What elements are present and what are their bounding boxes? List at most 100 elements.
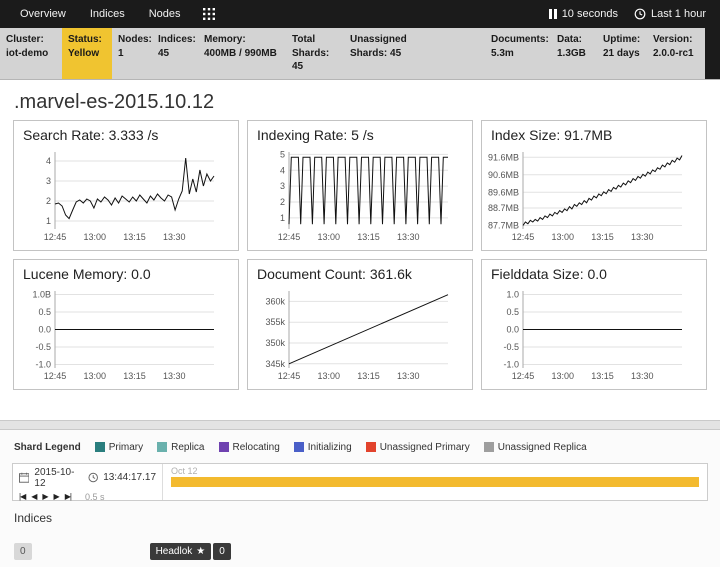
chart-title-lucene-memory: Lucene Memory: 0.0 bbox=[15, 266, 237, 286]
chart-title-search-rate: Search Rate: 3.333 /s bbox=[15, 127, 237, 147]
cluster-uptime-cell: Uptime: 21 days bbox=[597, 28, 647, 79]
cluster-bar-endcap bbox=[705, 28, 720, 79]
chart-panel-lucene-memory: Lucene Memory: 0.0 1.0B0.50.0-0.5-1.012:… bbox=[13, 259, 239, 390]
time-range-control[interactable]: Last 1 hour bbox=[634, 8, 706, 20]
svg-text:1.0B: 1.0B bbox=[32, 289, 51, 299]
svg-text:88.7MB: 88.7MB bbox=[488, 203, 519, 213]
svg-text:350k: 350k bbox=[265, 338, 285, 348]
timeline-scrubber-bar[interactable] bbox=[171, 477, 699, 487]
legend-item-unassigned-primary: Unassigned Primary bbox=[366, 442, 470, 453]
cluster-status-cell: Status: Yellow bbox=[62, 28, 112, 79]
tab-nodes[interactable]: Nodes bbox=[137, 0, 193, 28]
svg-text:3: 3 bbox=[280, 181, 285, 191]
indices-value: 45 bbox=[158, 48, 169, 59]
svg-text:13:00: 13:00 bbox=[552, 371, 575, 381]
data-label: Data: bbox=[557, 34, 582, 45]
svg-text:13:00: 13:00 bbox=[552, 232, 575, 242]
svg-text:0.0: 0.0 bbox=[38, 324, 51, 334]
svg-text:89.6MB: 89.6MB bbox=[488, 187, 519, 197]
svg-text:345k: 345k bbox=[265, 358, 285, 368]
chart-panel-index-size: Index Size: 91.7MB 91.6MB 90.6MB 89.6MB 88.… bbox=[481, 120, 707, 251]
unassigned-shards-value: 45 bbox=[390, 48, 401, 59]
playback-speed-label: 0.5 s bbox=[85, 492, 105, 502]
cluster-label: Cluster: bbox=[6, 34, 44, 45]
chart-panel-indexing-rate: Indexing Rate: 5 /s 5432112:4513:0013:15… bbox=[247, 120, 473, 251]
step-forward-button[interactable]: ▶ bbox=[54, 492, 59, 501]
indices-section-label: Indices bbox=[0, 501, 720, 529]
memory-value: 400MB / 990MB bbox=[204, 48, 277, 59]
svg-text:0.5: 0.5 bbox=[506, 307, 519, 317]
chart-title-index-size: Index Size: 91.7MB bbox=[483, 127, 705, 147]
cluster-memory-cell: Memory: 400MB / 990MB bbox=[198, 28, 286, 79]
legend-swatch-unassigned-primary bbox=[366, 442, 376, 452]
svg-text:-0.5: -0.5 bbox=[35, 342, 51, 352]
svg-text:360k: 360k bbox=[265, 296, 285, 306]
total-shards-label: Total Shards: bbox=[292, 34, 329, 59]
legend-item-unassigned-replica: Unassigned Replica bbox=[484, 442, 587, 453]
svg-text:1.0: 1.0 bbox=[506, 289, 519, 299]
shard-legend: Shard Legend Primary Replica Relocating … bbox=[0, 436, 720, 459]
step-back-button[interactable]: ◀ bbox=[31, 492, 36, 501]
section-divider bbox=[0, 420, 720, 430]
skip-end-button[interactable]: ▶| bbox=[65, 492, 71, 501]
shard-timeline: 2015-10-12 13:44:17.17 |◀ ◀ ▶ ▶ ▶| 0.5 s… bbox=[12, 463, 708, 501]
shard-table-row: 0 Headlok ★ 0 bbox=[0, 529, 720, 560]
indices-label: Indices: bbox=[158, 34, 196, 45]
cluster-status-bar: Cluster: iot-demo Status: Yellow Nodes: … bbox=[0, 28, 720, 80]
legend-swatch-replica bbox=[157, 442, 167, 452]
play-button[interactable]: ▶ bbox=[42, 492, 47, 501]
cluster-bar-spacer bbox=[420, 28, 485, 79]
cluster-value: iot-demo bbox=[6, 48, 48, 59]
legend-label-initializing: Initializing bbox=[308, 442, 352, 453]
svg-text:12:45: 12:45 bbox=[44, 232, 67, 242]
status-badge: Yellow bbox=[68, 48, 99, 59]
svg-text:12:45: 12:45 bbox=[512, 371, 535, 381]
svg-text:13:00: 13:00 bbox=[318, 371, 341, 381]
total-shards-value: 45 bbox=[292, 61, 303, 72]
chart-title-indexing-rate: Indexing Rate: 5 /s bbox=[249, 127, 471, 147]
top-nav: Overview Indices Nodes 10 seconds Last 1… bbox=[0, 0, 720, 28]
version-value: 2.0.0-rc1 bbox=[653, 48, 694, 59]
cluster-unassigned-shards-cell: Unassigned Shards: 45 bbox=[344, 28, 420, 79]
legend-item-replica: Replica bbox=[157, 442, 204, 453]
unassigned-shard-count-badge: 0 bbox=[14, 543, 32, 560]
refresh-interval-control[interactable]: 10 seconds bbox=[549, 8, 618, 20]
chart-plot-lucene-memory: 1.0B0.50.0-0.5-1.012:4513:0013:1513:30 bbox=[15, 286, 221, 382]
legend-swatch-unassigned-replica bbox=[484, 442, 494, 452]
legend-swatch-initializing bbox=[294, 442, 304, 452]
shard-legend-title: Shard Legend bbox=[14, 442, 81, 453]
svg-text:13:15: 13:15 bbox=[357, 371, 380, 381]
chart-title-document-count: Document Count: 361.6k bbox=[249, 266, 471, 286]
svg-text:13:30: 13:30 bbox=[397, 371, 420, 381]
svg-text:13:30: 13:30 bbox=[397, 232, 420, 242]
svg-text:91.6MB: 91.6MB bbox=[488, 152, 519, 162]
clock-icon bbox=[634, 8, 646, 20]
svg-text:13:15: 13:15 bbox=[591, 371, 614, 381]
node-badge-headlok[interactable]: Headlok ★ bbox=[150, 543, 212, 560]
node-shard-count-badge: 0 bbox=[213, 543, 231, 560]
svg-text:13:30: 13:30 bbox=[163, 232, 186, 242]
node-name-label: Headlok bbox=[156, 546, 193, 557]
svg-text:1: 1 bbox=[46, 216, 51, 226]
chart-panel-document-count: Document Count: 361.6k 360k355k350k345k1… bbox=[247, 259, 473, 390]
legend-swatch-primary bbox=[95, 442, 105, 452]
nodes-value: 1 bbox=[118, 48, 124, 59]
apps-grid-icon[interactable] bbox=[203, 8, 215, 20]
legend-item-initializing: Initializing bbox=[294, 442, 352, 453]
skip-start-button[interactable]: |◀ bbox=[19, 492, 25, 501]
legend-label-unassigned-replica: Unassigned Replica bbox=[498, 442, 587, 453]
timeline-date[interactable]: 2015-10-12 bbox=[34, 467, 82, 489]
svg-text:1: 1 bbox=[280, 212, 285, 222]
tab-overview[interactable]: Overview bbox=[8, 0, 78, 28]
shard-allocation-section: Shard Legend Primary Replica Relocating … bbox=[0, 430, 720, 567]
timeline-time[interactable]: 13:44:17.17 bbox=[103, 472, 156, 483]
tab-indices[interactable]: Indices bbox=[78, 0, 137, 28]
chart-plot-index-size: 91.6MB90.6MB89.6MB88.7MB87.7MB12:4513:00… bbox=[483, 147, 689, 243]
svg-text:90.6MB: 90.6MB bbox=[488, 169, 519, 179]
charts-grid: Search Rate: 3.333 /s 432112:4513:0013:1… bbox=[13, 120, 707, 390]
node-badge-group: Headlok ★ 0 bbox=[150, 543, 231, 560]
svg-text:12:45: 12:45 bbox=[44, 371, 67, 381]
svg-text:12:45: 12:45 bbox=[512, 232, 535, 242]
svg-text:0.5: 0.5 bbox=[38, 307, 51, 317]
svg-text:13:15: 13:15 bbox=[123, 371, 146, 381]
